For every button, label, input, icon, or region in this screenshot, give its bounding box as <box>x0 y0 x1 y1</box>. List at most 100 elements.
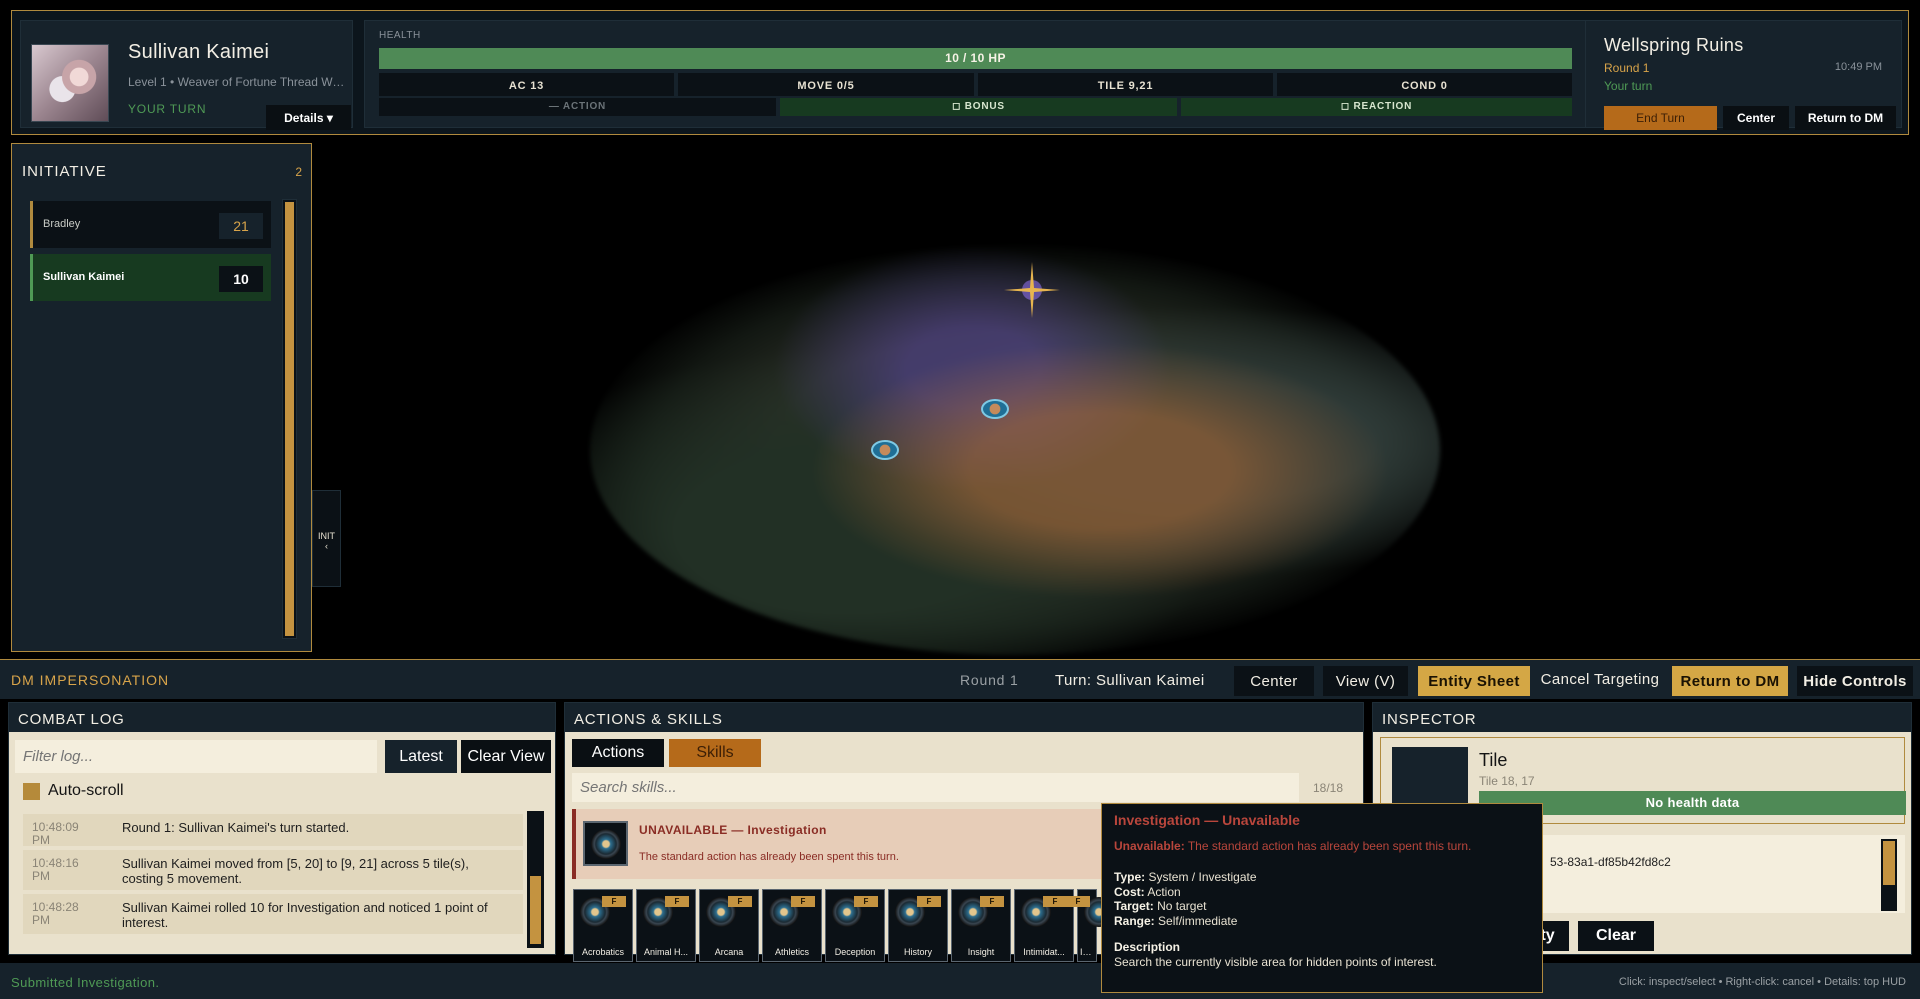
skill-tile[interactable]: F Inv... <box>1066 889 1114 962</box>
panel-header: INSPECTOR <box>1373 703 1911 732</box>
skill-tile[interactable]: F Deception <box>825 889 885 962</box>
top-hud: Sullivan Kaimei Level 1 • Weaver of Fort… <box>11 10 1909 135</box>
tooltip-unavailable-label: Unavailable: <box>1114 839 1185 853</box>
initiative-tab-label: INIT <box>318 531 335 541</box>
initiative-value: 10 <box>219 266 263 292</box>
map-token[interactable] <box>871 440 899 460</box>
economy-reaction: ◻ REACTION <box>1181 98 1572 116</box>
return-to-dm-button[interactable]: Return to DM <box>1795 106 1896 130</box>
inspector-scrollbar[interactable] <box>1881 839 1897 911</box>
initiative-toggle-tab[interactable]: INIT ‹ <box>312 490 341 587</box>
skill-badge: F <box>1066 896 1090 907</box>
actions-title: ACTIONS & SKILLS <box>574 711 723 728</box>
inspector-clear-button[interactable]: Clear <box>1578 921 1654 951</box>
tooltip-line: Target: No target <box>1114 899 1206 913</box>
health-panel: HEALTH 10 / 10 HP AC 13 MOVE 0/5 TILE 9,… <box>364 20 1586 128</box>
initiative-title: INITIATIVE <box>22 163 107 180</box>
skill-tile[interactable]: F Insight <box>951 889 1011 962</box>
log-time: 10:48:09 PM <box>32 820 79 847</box>
health-label: HEALTH <box>379 30 421 41</box>
initiative-value: 21 <box>219 213 263 239</box>
dm-round: Round 1 <box>960 672 1019 688</box>
panel-header: ACTIONS & SKILLS <box>565 703 1363 732</box>
stat-move: MOVE 0/5 <box>678 73 974 96</box>
stat-ac: AC 13 <box>379 73 674 96</box>
log-filter-input[interactable] <box>15 740 377 773</box>
clear-view-button[interactable]: Clear View <box>461 740 551 773</box>
encounter-round: Round 1 <box>1604 61 1650 75</box>
combat-log-title: COMBAT LOG <box>18 711 125 728</box>
tooltip-unavailable-text: The standard action has already been spe… <box>1187 839 1472 853</box>
tooltip-key: Type: <box>1114 870 1146 884</box>
skill-badge: F <box>602 896 626 907</box>
skill-badge: F <box>728 896 752 907</box>
status-help: Click: inspect/select • Right-click: can… <box>1618 976 1906 988</box>
autoscroll-checkbox[interactable] <box>23 783 40 800</box>
skill-tile[interactable]: F Intimidat... <box>1014 889 1074 962</box>
dm-bar-title: DM IMPERSONATION <box>11 672 170 688</box>
log-scroll-thumb[interactable] <box>530 876 541 944</box>
center-button[interactable]: Center <box>1723 106 1789 130</box>
skill-tile[interactable]: F Arcana <box>699 889 759 962</box>
skill-label: Acrobatics <box>581 947 625 957</box>
tooltip-unavailable: Unavailable: The standard action has alr… <box>1114 839 1471 853</box>
initiative-row-active[interactable]: Sullivan Kaimei 10 <box>30 254 271 301</box>
inspector-scroll-thumb[interactable] <box>1883 841 1895 885</box>
tab-skills[interactable]: Skills <box>669 739 761 767</box>
map-token[interactable] <box>981 399 1009 419</box>
skill-search-input[interactable] <box>572 773 1299 802</box>
initiative-scroll-thumb[interactable] <box>285 202 294 636</box>
inspector-id: 53-83a1-df85b42fd8c2 <box>1550 855 1671 869</box>
tooltip-key: Target: <box>1114 899 1154 913</box>
skill-label: Arcana <box>714 947 744 957</box>
dm-turn: Turn: Sullivan Kaimei <box>1055 672 1205 689</box>
details-button[interactable]: Details ▾ <box>266 105 351 130</box>
log-entry: 10:48:28 PM Sullivan Kaimei rolled 10 fo… <box>23 894 523 934</box>
tooltip-key: Cost: <box>1114 885 1145 899</box>
status-message: Submitted Investigation. <box>11 975 160 990</box>
initiative-panel: INITIATIVE 2 Bradley 21 Sullivan Kaimei … <box>11 143 312 652</box>
log-text: Sullivan Kaimei moved from [5, 20] to [9… <box>122 856 469 886</box>
tooltip-line: Cost: Action <box>1114 885 1181 899</box>
dm-return-button[interactable]: Return to DM <box>1672 666 1788 696</box>
skill-label: Insight <box>967 947 995 957</box>
skill-tile[interactable]: F Acrobatics <box>573 889 633 962</box>
turn-status: YOUR TURN <box>128 102 207 116</box>
skill-label: Intimidat... <box>1023 947 1065 957</box>
skill-label: Animal H... <box>643 947 688 957</box>
dm-center-button[interactable]: Center <box>1234 666 1314 696</box>
skill-tile[interactable]: F History <box>888 889 948 962</box>
skill-tile[interactable]: F Athletics <box>762 889 822 962</box>
cancel-targeting-button[interactable]: Cancel Targeting <box>1540 663 1660 697</box>
economy-action: — ACTION <box>379 98 776 116</box>
skill-tile[interactable]: F Animal H... <box>636 889 696 962</box>
hide-controls-button[interactable]: Hide Controls <box>1797 666 1913 696</box>
entity-sheet-button[interactable]: Entity Sheet <box>1418 666 1530 696</box>
inspector-title: INSPECTOR <box>1382 711 1477 728</box>
end-turn-button[interactable]: End Turn <box>1604 106 1717 130</box>
encounter-time: 10:49 PM <box>1834 61 1882 73</box>
skill-badge: F <box>665 896 689 907</box>
skill-emblem-icon <box>591 829 621 859</box>
initiative-row[interactable]: Bradley 21 <box>30 201 271 248</box>
skill-label: Deception <box>834 947 876 957</box>
initiative-scrollbar[interactable] <box>282 199 297 639</box>
character-portrait[interactable] <box>31 44 109 122</box>
tooltip-description: Search the currently visible area for hi… <box>1114 955 1437 969</box>
sparkle-marker-icon <box>1004 262 1060 318</box>
tooltip-value: Action <box>1147 885 1181 899</box>
investigation-icon <box>583 821 628 866</box>
unavailable-desc: The standard action has already been spe… <box>639 851 899 863</box>
initiative-count: 2 <box>295 165 302 179</box>
skill-label: Inv... <box>1080 947 1096 957</box>
tooltip-value: Self/immediate <box>1158 914 1238 928</box>
view-button[interactable]: View (V) <box>1323 666 1408 696</box>
tooltip-line: Range: Self/immediate <box>1114 914 1237 928</box>
log-scrollbar[interactable] <box>527 811 544 948</box>
initiative-name: Bradley <box>43 218 81 230</box>
encounter-title: Wellspring Ruins <box>1604 35 1744 55</box>
panel-header: COMBAT LOG <box>9 703 555 732</box>
tab-actions[interactable]: Actions <box>572 739 664 767</box>
latest-button[interactable]: Latest <box>385 740 457 773</box>
skill-tooltip: Investigation — Unavailable Unavailable:… <box>1101 803 1543 993</box>
